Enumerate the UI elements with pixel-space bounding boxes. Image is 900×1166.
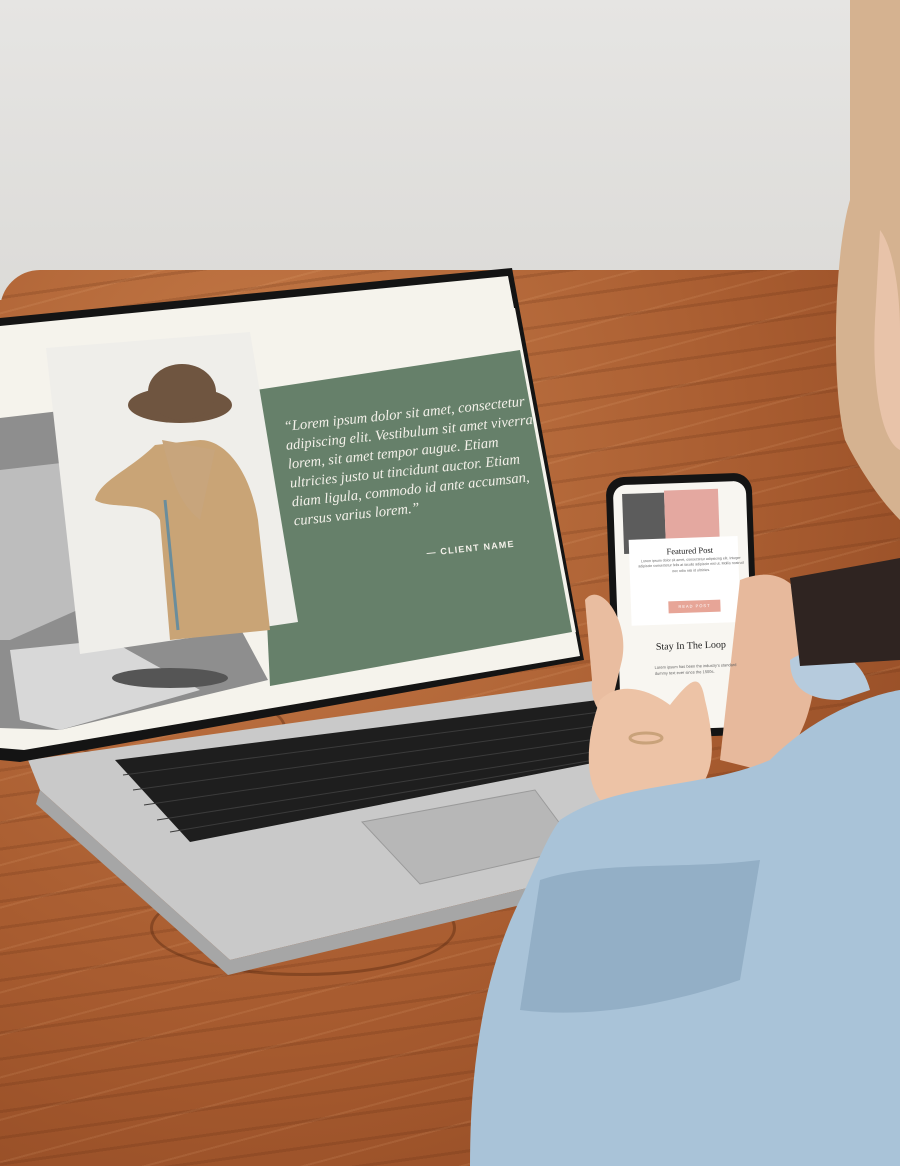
featured-post-body: Lorem ipsum dolor sit amet, consectetur … [638, 555, 744, 573]
stay-in-loop-title: Stay In The Loop [655, 639, 727, 653]
patterned-bag [790, 558, 900, 666]
read-post-button[interactable]: READ POST [668, 599, 721, 614]
featured-post-title: Featured Post [666, 544, 714, 557]
stay-in-loop-body: Lorem ipsum has been the industry's stan… [654, 662, 737, 676]
phone-website: Featured Post Lorem ipsum dolor sit amet… [620, 476, 757, 728]
photo-scene: “Lorem ipsum dolor sit amet, consectetur… [0, 0, 900, 1166]
laptop-and-person-illustration [0, 0, 900, 1166]
